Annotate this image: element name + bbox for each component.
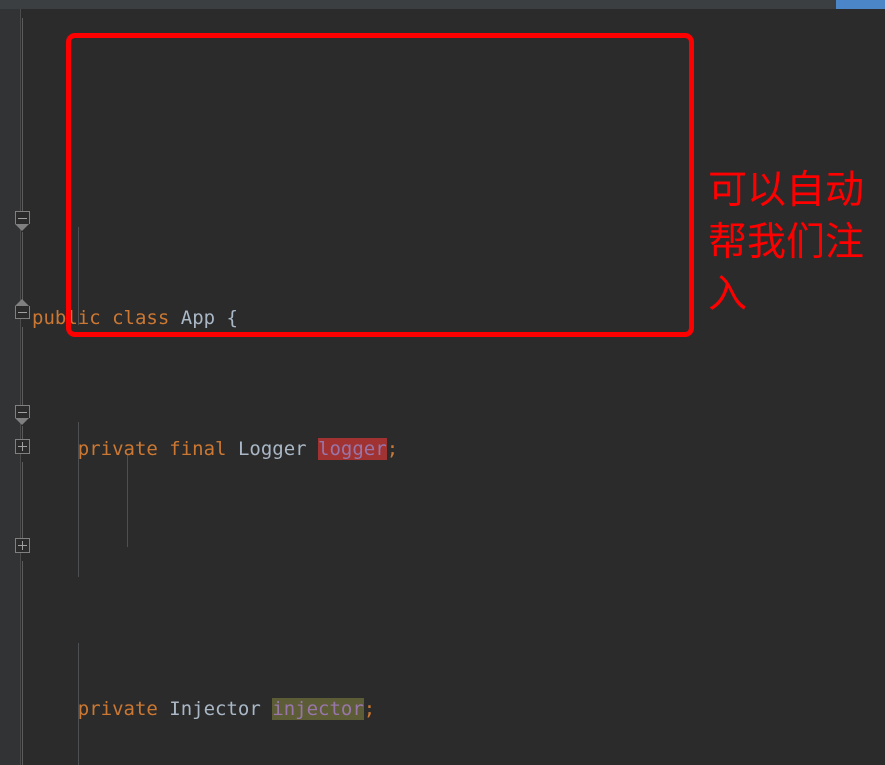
token-brace: { (227, 307, 238, 329)
horizontal-scrollbar-thumb[interactable] (836, 0, 885, 9)
code-line[interactable]: private Injector injector; (21, 693, 885, 726)
code-editor: public class App { private final Logger … (0, 0, 885, 765)
indent-guide-lambda (127, 455, 128, 547)
horizontal-scrollbar-track[interactable] (0, 0, 885, 9)
token-keyword: final (169, 438, 226, 460)
token-keyword: class (112, 307, 169, 329)
token-field-logger-highlighted: logger (318, 438, 387, 460)
token-semicolon: ; (387, 438, 398, 460)
token-type: Injector (169, 698, 261, 720)
token-type: App (181, 307, 215, 329)
code-line[interactable]: private final Logger logger; (21, 433, 885, 466)
token-keyword: private (78, 438, 158, 460)
token-field-injector-highlighted: injector (272, 698, 364, 720)
token-type: Logger (238, 438, 307, 460)
token-semicolon: ; (364, 698, 375, 720)
token-keyword: public (32, 307, 101, 329)
editor-gutter[interactable] (0, 9, 20, 765)
code-content[interactable]: public class App { private final Logger … (21, 9, 885, 765)
code-line-blank[interactable] (21, 563, 885, 596)
annotation-text: 可以自动帮我们注入 (708, 165, 868, 321)
token-keyword: private (78, 698, 158, 720)
